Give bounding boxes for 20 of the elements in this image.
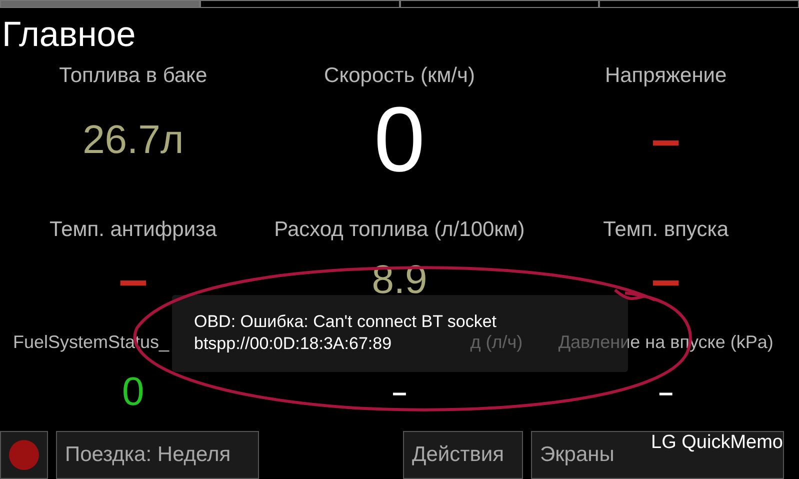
gauge-label: д (л/ч) [470, 332, 523, 354]
gauge-label: Топлива в баке [59, 64, 208, 88]
gauge-value: 0 [122, 372, 144, 412]
gauge-value: – [392, 378, 407, 405]
menu-button[interactable]: Действия [403, 430, 523, 479]
gauge-value: – [658, 378, 674, 405]
record-button[interactable] [0, 430, 48, 479]
gauge-label: Скорость (км/ч) [324, 64, 475, 88]
screen-title: Главное [1, 14, 137, 56]
gauge-value: 0 [374, 94, 426, 186]
gauge-label: Темп. впуска [603, 218, 729, 242]
gauge-value: – [118, 254, 148, 306]
gauge-label: Темп. антифриза [49, 218, 217, 242]
overlay-label: LG QuickMemo [651, 432, 783, 454]
menu-button[interactable]: Поездка: Неделя [56, 430, 259, 479]
gauge-label: Напряжение [604, 64, 727, 88]
gauge-label: Расход топлива (л/100км) [274, 218, 525, 242]
gauge-value: – [651, 254, 680, 306]
gauge-value: – [651, 114, 680, 166]
gauge-value: 26.7л [82, 120, 184, 160]
